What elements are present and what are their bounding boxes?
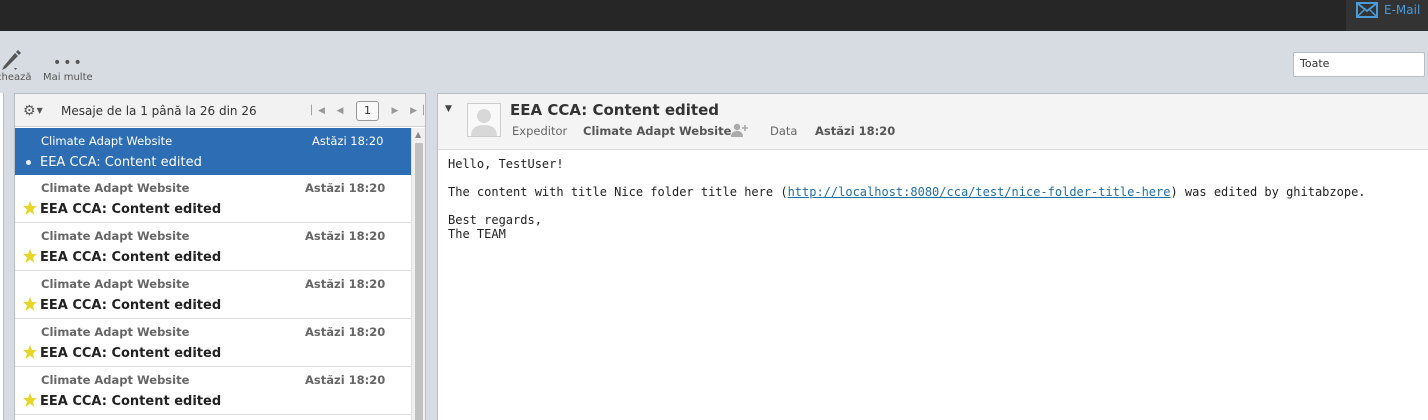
filter-select[interactable]: Toate [1293, 52, 1425, 77]
top-bar: E-Mail [0, 0, 1428, 31]
message-date: Astăzi 18:20 [305, 181, 386, 195]
message-header: ▼ EEA CCA: Content edited Expeditor Clim… [438, 94, 1428, 150]
body-greeting: Hello, TestUser! [448, 157, 564, 171]
envelope-icon [1356, 2, 1378, 18]
message-sender: Climate Adapt Website [41, 229, 190, 243]
message-subject: EEA CCA: Content edited [40, 202, 222, 217]
more-button-label: Mai multe [43, 72, 93, 83]
sender-label: Expeditor [512, 124, 568, 138]
pagination: ▏◀ ◀ 1 ▶ ▶▕ [307, 101, 428, 121]
star-icon[interactable] [22, 296, 38, 312]
message-row[interactable]: Climate Adapt Website Astăzi 18:20 EEA C… [15, 175, 411, 223]
star-icon[interactable] [22, 248, 38, 264]
message-title: EEA CCA: Content edited [510, 101, 719, 119]
scroll-up-icon[interactable]: ▲ [415, 130, 421, 139]
star-icon[interactable] [22, 392, 38, 408]
previous-page-icon[interactable]: ◀ [329, 106, 351, 116]
message-sender: Climate Adapt Website [41, 134, 173, 148]
gear-icon: ⚙ [23, 103, 36, 119]
list-options-button[interactable]: ⚙▼ [23, 103, 43, 119]
body-text-prefix: The content with title Nice folder title… [448, 185, 788, 199]
message-count: Mesaje de la 1 până la 26 din 26 [61, 104, 257, 118]
first-page-icon[interactable]: ▏◀ [307, 106, 329, 116]
message-subject: EEA CCA: Content edited [40, 394, 222, 409]
message-sender: Climate Adapt Website [41, 373, 190, 387]
unread-dot-icon [26, 160, 31, 165]
message-row[interactable]: Climate Adapt Website Astăzi 18:20 EEA C… [15, 128, 411, 175]
reading-pane: ▼ EEA CCA: Content edited Expeditor Clim… [437, 93, 1428, 420]
message-subject: EEA CCA: Content edited [40, 155, 202, 170]
message-row[interactable]: Climate Adapt Website Astăzi 18:20 EEA C… [15, 367, 411, 415]
date-label: Data [770, 124, 798, 138]
folder-panel-edge [0, 93, 4, 420]
message-date: Astăzi 18:20 [305, 229, 386, 243]
current-page[interactable]: 1 [356, 101, 379, 121]
sender-avatar [467, 103, 501, 137]
body-regards: Best regards, [448, 213, 542, 227]
caret-down-icon: ▼ [36, 106, 43, 115]
more-button[interactable]: ••• Mai multe [42, 55, 98, 89]
message-sender: Climate Adapt Website [41, 325, 190, 339]
email-app-tab[interactable]: E-Mail [1346, 0, 1428, 31]
email-app-label: E-Mail [1384, 3, 1421, 17]
message-sender: Climate Adapt Website [41, 181, 190, 195]
message-date: Astăzi 18:20 [312, 134, 384, 148]
content-link[interactable]: http://localhost:8080/cca/test/nice-fold… [788, 185, 1171, 199]
next-page-icon[interactable]: ▶ [384, 106, 406, 116]
pencil-icon [2, 50, 21, 70]
message-body: Hello, TestUser! The content with title … [448, 157, 1366, 255]
body-text-suffix: ) was edited by ghitabzope. [1170, 185, 1366, 199]
message-subject: EEA CCA: Content edited [40, 346, 222, 361]
message-list-header: ⚙▼ Mesaje de la 1 până la 26 din 26 ▏◀ ◀… [15, 94, 425, 127]
message-row[interactable]: Climate Adapt Website Astăzi 18:20 EEA C… [15, 271, 411, 319]
toolbar: chează ••• Mai multe Toate [0, 31, 1428, 93]
message-date: Astăzi 18:20 [305, 277, 386, 291]
message-date: Astăzi 18:20 [305, 373, 386, 387]
message-list-scrollbar[interactable]: ▲ [411, 128, 425, 420]
message-row[interactable]: Climate Adapt Website Astăzi 18:20 EEA C… [15, 223, 411, 271]
more-dots-icon: ••• [53, 55, 84, 71]
message-subject: EEA CCA: Content edited [40, 250, 222, 265]
collapse-header-icon[interactable]: ▼ [445, 104, 452, 114]
star-icon[interactable] [22, 344, 38, 360]
edit-button[interactable]: chează [0, 47, 34, 87]
edit-button-label: chează [0, 72, 32, 83]
sender-name[interactable]: Climate Adapt Website [583, 124, 731, 138]
message-row[interactable]: Climate Adapt Website Astăzi 18:20 EEA C… [15, 319, 411, 367]
add-contact-icon[interactable] [731, 123, 749, 137]
message-subject: EEA CCA: Content edited [40, 298, 222, 313]
message-date-value: Astăzi 18:20 [815, 124, 896, 138]
message-sender: Climate Adapt Website [41, 277, 190, 291]
scrollbar-thumb[interactable] [415, 143, 423, 420]
last-page-icon[interactable]: ▶▕ [406, 106, 428, 116]
star-icon[interactable] [22, 200, 38, 216]
message-list-panel: ⚙▼ Mesaje de la 1 până la 26 din 26 ▏◀ ◀… [14, 93, 426, 420]
body-signature: The TEAM [448, 227, 506, 241]
message-date: Astăzi 18:20 [305, 325, 386, 339]
message-list: Climate Adapt Website Astăzi 18:20 EEA C… [15, 128, 411, 415]
user-silhouette-icon [471, 109, 497, 136]
body-paragraph: The content with title Nice folder title… [448, 185, 1366, 199]
